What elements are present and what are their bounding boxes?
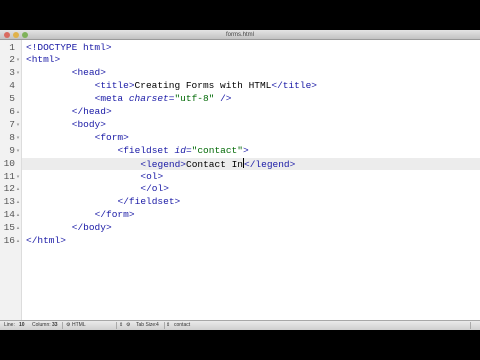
html-tag: </legend> bbox=[244, 158, 296, 170]
fold-close-icon[interactable]: ▴ bbox=[15, 209, 21, 222]
line-number: 7 bbox=[9, 118, 15, 130]
code-line[interactable]: <html> bbox=[26, 54, 60, 67]
status-bar: Line: 10 Column: 33 ⚙ HTML ⇕ ⚙ Tab Size:… bbox=[0, 320, 480, 330]
window-title: forms.html bbox=[225, 32, 254, 38]
code-line[interactable]: <body> bbox=[72, 119, 106, 132]
code-line[interactable]: </fieldset> bbox=[118, 196, 181, 209]
fold-open-icon[interactable]: ▾ bbox=[15, 54, 21, 67]
gear-icon[interactable]: ⚙ bbox=[126, 321, 130, 330]
line-number: 16 bbox=[3, 235, 15, 246]
code-line[interactable]: <ol> bbox=[140, 171, 163, 184]
code-line[interactable]: </body> bbox=[72, 222, 112, 235]
html-tag: </form> bbox=[94, 209, 135, 221]
column-label: Column: bbox=[32, 322, 51, 328]
html-attribute: id bbox=[174, 144, 186, 156]
html-tag: <title> bbox=[94, 80, 135, 92]
fold-open-icon[interactable]: ▾ bbox=[15, 119, 21, 132]
html-tag: </head> bbox=[71, 106, 112, 117]
line-number: 14 bbox=[3, 209, 15, 221]
code-line[interactable]: <legend>Contact In</legend> bbox=[140, 157, 296, 172]
html-tag: <ol> bbox=[140, 170, 164, 182]
tab-size-label[interactable]: Tab Size: bbox=[136, 321, 157, 330]
code-line[interactable]: <head> bbox=[72, 67, 106, 80]
line-number: 10 bbox=[3, 157, 15, 169]
line-number: 8 bbox=[9, 131, 15, 143]
line-number-gutter: 1 2 ▾ 3 ▾ 4 5 6 ▴ 7 ▾ 8 ▾ 9 ▾ 10 11 ▾ 12 ▴ 13 ▴ 14 ▴ 15 ▴ 16 ▴ bbox=[0, 40, 22, 320]
chevron-updown-icon[interactable]: ⇕ bbox=[166, 321, 170, 330]
code-line[interactable]: </form> bbox=[95, 209, 135, 222]
status-divider bbox=[116, 322, 117, 329]
attribute-value: "utf-8" bbox=[174, 93, 215, 105]
html-tag: <body> bbox=[71, 118, 106, 130]
html-tag: <html> bbox=[26, 54, 61, 66]
text-content: Creating Forms with HTML bbox=[134, 80, 272, 92]
fold-close-icon[interactable]: ▴ bbox=[15, 183, 21, 196]
attribute-value: "contact" bbox=[191, 144, 243, 156]
title-bar: forms.html bbox=[0, 30, 480, 40]
html-tag: <fieldset bbox=[117, 144, 175, 156]
fold-open-icon[interactable]: ▾ bbox=[15, 67, 21, 80]
status-divider bbox=[164, 322, 165, 329]
line-number: 15 bbox=[3, 222, 15, 234]
code-line[interactable]: </ol> bbox=[140, 183, 169, 196]
fold-open-icon[interactable]: ▾ bbox=[15, 171, 21, 184]
symbol-selector[interactable]: contact bbox=[174, 321, 190, 330]
status-divider bbox=[62, 322, 63, 329]
code-editor[interactable]: 1 2 ▾ 3 ▾ 4 5 6 ▴ 7 ▾ 8 ▾ 9 ▾ 10 11 ▾ 12 ▴ 13 ▴ 14 ▴ 15 ▴ 16 ▴ <!DO… bbox=[0, 40, 480, 320]
gear-icon[interactable]: ⚙ bbox=[66, 321, 70, 330]
fold-open-icon[interactable]: ▾ bbox=[15, 145, 21, 158]
editor-window: forms.html 1 2 ▾ 3 ▾ 4 5 6 ▴ 7 ▾ 8 ▾ 9 ▾ 10 11 ▾ 12 ▴ 13 ▴ 14 ▴… bbox=[0, 30, 480, 330]
html-tag: <form> bbox=[94, 131, 129, 143]
code-line[interactable]: <fieldset id="contact"> bbox=[118, 145, 249, 158]
fold-close-icon[interactable]: ▴ bbox=[15, 106, 21, 119]
code-line[interactable]: </html> bbox=[26, 235, 66, 248]
line-number: 1 bbox=[9, 41, 15, 53]
html-tag: </ol> bbox=[140, 183, 169, 195]
line-number: 9 bbox=[9, 144, 15, 156]
tab-size-value[interactable]: 4 bbox=[156, 321, 159, 330]
line-number: 11 bbox=[3, 170, 15, 182]
code-line[interactable]: <title>Creating Forms with HTML</title> bbox=[95, 80, 317, 93]
chevron-updown-icon[interactable]: ⇕ bbox=[119, 321, 123, 330]
html-tag: </body> bbox=[71, 222, 112, 234]
line-number: 4 bbox=[9, 80, 15, 92]
fold-close-icon[interactable]: ▴ bbox=[15, 196, 21, 209]
html-tag: </fieldset> bbox=[117, 196, 181, 208]
html-tag: <legend> bbox=[140, 158, 186, 170]
html-attribute: charset bbox=[128, 93, 169, 105]
text-content: Contact In bbox=[186, 158, 244, 170]
html-tag: <head> bbox=[71, 67, 106, 79]
html-tag: <!DOCTYPE html> bbox=[26, 41, 112, 53]
line-number: 5 bbox=[9, 93, 15, 105]
line-value: 10 bbox=[19, 322, 25, 328]
line-number: 3 bbox=[9, 67, 15, 79]
language-selector[interactable]: HTML bbox=[72, 321, 86, 330]
line-number: 6 bbox=[9, 106, 15, 117]
line-number: 12 bbox=[3, 183, 15, 195]
html-tag: /> bbox=[214, 93, 232, 105]
code-line[interactable]: </head> bbox=[72, 106, 112, 119]
html-tag: </html> bbox=[26, 235, 66, 246]
html-tag: </title> bbox=[271, 80, 317, 92]
line-number: 2 bbox=[9, 54, 15, 66]
code-line[interactable]: <!DOCTYPE html> bbox=[26, 42, 112, 55]
line-label: Line: bbox=[4, 322, 15, 328]
code-line[interactable]: <meta charset="utf-8" /> bbox=[95, 93, 232, 106]
status-divider bbox=[470, 322, 471, 329]
line-number: 13 bbox=[3, 196, 15, 208]
html-tag: <meta bbox=[94, 93, 129, 105]
fold-close-icon[interactable]: ▴ bbox=[15, 222, 21, 235]
html-tag: > bbox=[242, 144, 249, 156]
fold-close-icon[interactable]: ▴ bbox=[15, 235, 21, 248]
code-line[interactable]: <form> bbox=[95, 132, 129, 145]
column-value: 33 bbox=[52, 322, 58, 328]
fold-open-icon[interactable]: ▾ bbox=[15, 132, 21, 145]
code-area[interactable]: <!DOCTYPE html> <html> <head> <title>Creati… bbox=[22, 40, 480, 320]
